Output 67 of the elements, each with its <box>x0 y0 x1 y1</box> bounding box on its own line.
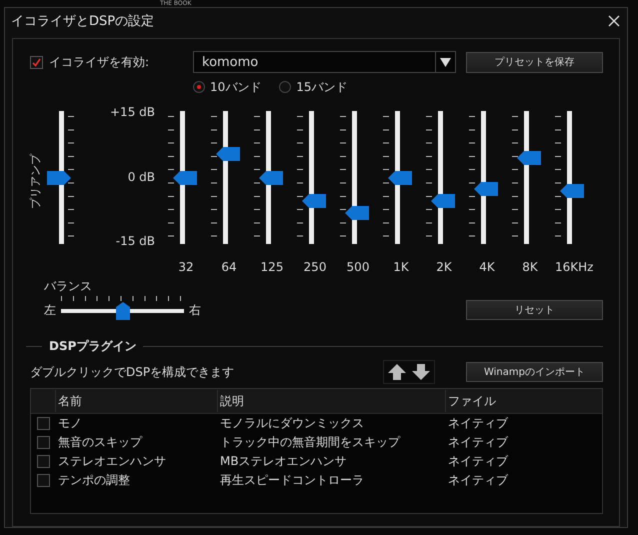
radio-label: 10バンド <box>210 78 262 96</box>
scale-label: +15 dB <box>110 105 155 119</box>
scale-label: 0 dB <box>128 170 155 184</box>
slider-thumb[interactable] <box>388 170 412 184</box>
band-label: 64 <box>221 260 237 274</box>
down-arrow-icon <box>412 364 430 380</box>
slider-thumb[interactable] <box>216 146 240 161</box>
scale-label: -15 dB <box>116 234 155 248</box>
section-title: DSPプラグイン <box>48 338 138 354</box>
preamp-label: プリアンプ <box>28 154 42 209</box>
table-cell-text: ネイティブ <box>447 453 509 470</box>
band-label: 8K <box>522 260 538 274</box>
checkbox[interactable] <box>36 417 50 430</box>
table-cell-text: 再生スピードコントローラ <box>219 472 365 489</box>
table-cell-text: MBステレオエンハンサ <box>219 453 348 470</box>
up-arrow-icon <box>388 364 406 380</box>
checkbox[interactable] <box>36 436 50 449</box>
move-down-button[interactable] <box>412 364 430 380</box>
table-cell-text: モノラルにダウンミックス <box>219 415 365 432</box>
hint-text: ダブルクリックでDSPを構成できます <box>30 364 234 380</box>
window-title: イコライザとDSPの設定 <box>11 12 154 30</box>
table-cell-text: モノ <box>57 415 83 432</box>
band-label: 1K <box>393 260 409 274</box>
slider-thumb[interactable] <box>517 150 541 165</box>
slider-thumb[interactable] <box>259 170 283 184</box>
balance-label: バランス <box>44 279 93 293</box>
table-cell-text: ネイティブ <box>447 434 509 451</box>
table-cell-text: ステレオエンハンサ <box>57 453 167 470</box>
preset-dropdown[interactable]: komomo <box>193 51 456 73</box>
checkbox[interactable] <box>36 474 50 487</box>
slider-thumb[interactable] <box>431 194 455 208</box>
table-cell-text: 無音のスキップ <box>57 434 144 451</box>
right-label: 右 <box>189 302 201 319</box>
column-header[interactable]: 説明 <box>217 390 445 412</box>
band-label: 125 <box>260 260 284 274</box>
close-button[interactable] <box>607 14 621 28</box>
checkbox[interactable] <box>36 455 50 468</box>
checkbox[interactable] <box>30 56 43 68</box>
slider-thumb[interactable] <box>302 194 326 208</box>
band-label: 32 <box>178 260 194 274</box>
slider-thumb[interactable] <box>47 170 71 184</box>
table-cell-text: ネイティブ <box>447 415 509 432</box>
slider-thumb[interactable] <box>474 182 498 196</box>
left-label: 左 <box>44 302 56 319</box>
band-label: 4K <box>479 260 495 274</box>
band-label: 500 <box>346 260 370 274</box>
slider-thumb[interactable] <box>116 302 130 320</box>
table-cell-text: ネイティブ <box>447 472 509 489</box>
move-up-button[interactable] <box>388 364 406 380</box>
slider-thumb[interactable] <box>560 184 584 198</box>
column-header[interactable]: ファイル <box>445 390 602 412</box>
band-label: 2K <box>436 260 452 274</box>
band-label: 16KHz <box>555 260 594 274</box>
save-preset-button[interactable]: プリセットを保存 <box>466 52 603 72</box>
table-cell-text: トラック中の無音期間をスキップ <box>219 434 402 451</box>
reset-button[interactable]: リセット <box>466 300 603 320</box>
import-button[interactable]: Winampのインポート <box>466 362 603 382</box>
radio-button[interactable] <box>193 81 205 93</box>
table-cell-text: テンポの調整 <box>57 472 131 489</box>
radio-label: 15バンド <box>296 78 348 96</box>
checkbox-label: イコライザを有効: <box>49 54 150 70</box>
radio-button[interactable] <box>279 81 292 93</box>
caret-icon <box>440 58 451 66</box>
slider-thumb[interactable] <box>173 170 197 184</box>
column-header[interactable]: 名前 <box>55 390 217 412</box>
slider-thumb[interactable] <box>345 206 369 220</box>
band-label: 250 <box>304 260 326 274</box>
